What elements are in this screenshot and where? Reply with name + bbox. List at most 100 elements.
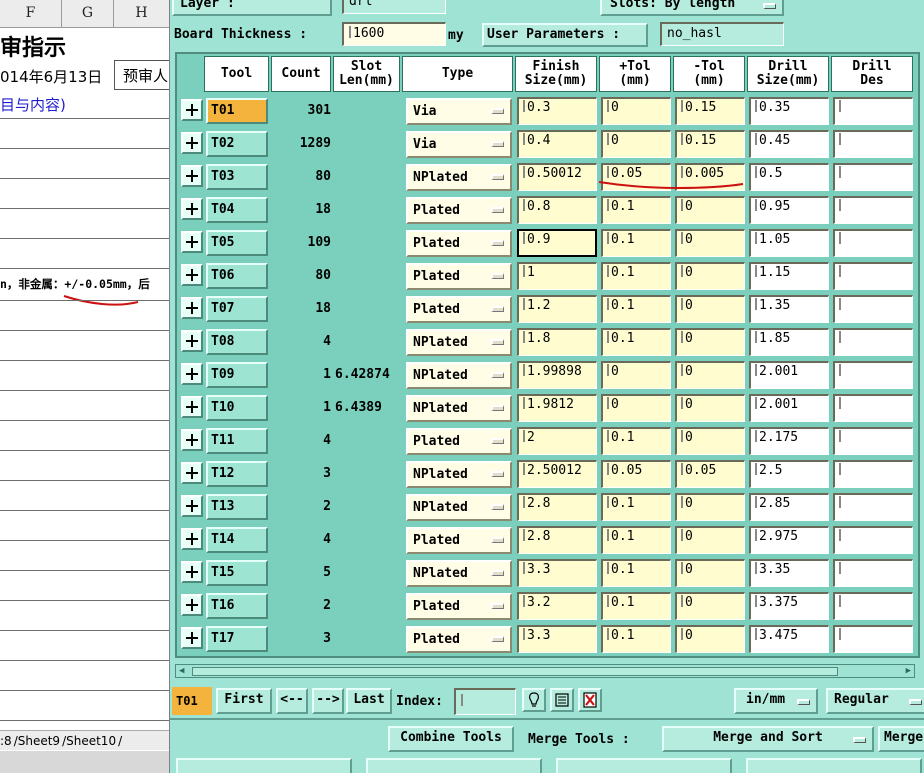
drill-field[interactable]: 2.975 — [749, 526, 829, 554]
expand-icon[interactable] — [181, 528, 203, 550]
des-field[interactable] — [833, 559, 913, 587]
plus-tol-field[interactable]: 0.05 — [601, 460, 671, 488]
plus-tol-field[interactable]: 0 — [601, 97, 671, 125]
bottom-button[interactable] — [556, 758, 732, 773]
minus-tol-field[interactable]: 0.15 — [675, 97, 745, 125]
tool-button[interactable]: T07 — [206, 296, 268, 322]
finish-field[interactable]: 3.3 — [517, 625, 597, 653]
column-header-h[interactable]: H — [114, 0, 169, 28]
plus-tol-field[interactable]: 0.1 — [601, 328, 671, 356]
plus-tol-field[interactable]: 0.1 — [601, 229, 671, 257]
minus-tol-field[interactable]: 0 — [675, 493, 745, 521]
type-selector[interactable]: NPlated — [406, 560, 512, 587]
tool-button[interactable]: T05 — [206, 230, 268, 256]
expand-icon[interactable] — [181, 264, 203, 286]
minus-tol-field[interactable]: 0 — [675, 328, 745, 356]
des-field[interactable] — [833, 130, 913, 158]
finish-field[interactable]: 0.4 — [517, 130, 597, 158]
user-parameters-button[interactable]: User Parameters : — [482, 23, 648, 47]
expand-icon[interactable] — [181, 594, 203, 616]
drill-field[interactable]: 0.5 — [749, 163, 829, 191]
type-selector[interactable]: NPlated — [406, 329, 512, 356]
finish-field[interactable]: 0.3 — [517, 97, 597, 125]
minus-tol-field[interactable]: 0 — [675, 394, 745, 422]
column-header-g[interactable]: G — [62, 0, 114, 28]
des-field[interactable] — [833, 328, 913, 356]
type-selector[interactable]: Plated — [406, 593, 512, 620]
sheet-tab[interactable]: :8 — [0, 734, 12, 748]
minus-tol-field[interactable]: 0 — [675, 427, 745, 455]
minus-tol-field[interactable]: 0 — [675, 526, 745, 554]
type-selector[interactable]: Plated — [406, 296, 512, 323]
drill-field[interactable]: 1.15 — [749, 262, 829, 290]
expand-icon[interactable] — [181, 165, 203, 187]
minus-tol-field[interactable]: 0.05 — [675, 460, 745, 488]
finish-field[interactable]: 2.50012 — [517, 460, 597, 488]
tool-button[interactable]: T09 — [206, 362, 268, 388]
drill-field[interactable]: 2.85 — [749, 493, 829, 521]
merge-option-selector[interactable]: Merge and Sort — [662, 726, 874, 752]
type-selector[interactable]: Plated — [406, 197, 512, 224]
type-selector[interactable]: Plated — [406, 230, 512, 257]
expand-icon[interactable] — [181, 627, 203, 649]
expand-icon[interactable] — [181, 132, 203, 154]
tool-button[interactable]: T15 — [206, 560, 268, 586]
layer-field[interactable]: drl — [342, 0, 446, 14]
first-button[interactable]: First — [216, 688, 272, 714]
slots-selector[interactable]: Slots: By length — [600, 0, 784, 16]
des-field[interactable] — [833, 592, 913, 620]
tool-button[interactable]: T14 — [206, 527, 268, 553]
tool-button[interactable]: T13 — [206, 494, 268, 520]
sheet-tab[interactable]: Sheet10 — [66, 734, 116, 748]
expand-icon[interactable] — [181, 396, 203, 418]
delete-icon[interactable] — [578, 688, 602, 712]
column-header-f[interactable]: F — [0, 0, 62, 28]
minus-tol-field[interactable]: 0 — [675, 295, 745, 323]
type-selector[interactable]: Plated — [406, 428, 512, 455]
type-selector[interactable]: Plated — [406, 626, 512, 653]
drill-field[interactable]: 0.95 — [749, 196, 829, 224]
prev-button[interactable]: <-- — [276, 688, 308, 714]
bottom-button[interactable] — [746, 758, 922, 773]
last-button[interactable]: Last — [346, 688, 392, 714]
tool-button[interactable]: T17 — [206, 626, 268, 652]
finish-field[interactable]: 2.8 — [517, 526, 597, 554]
des-field[interactable] — [833, 460, 913, 488]
plus-tol-field[interactable]: 0.1 — [601, 295, 671, 323]
type-selector[interactable]: NPlated — [406, 494, 512, 521]
tool-button[interactable]: T16 — [206, 593, 268, 619]
tool-button[interactable]: T06 — [206, 263, 268, 289]
sheet-tab[interactable]: Sheet9 — [18, 734, 60, 748]
plus-tol-field[interactable]: 0.1 — [601, 625, 671, 653]
tool-button[interactable]: T11 — [206, 428, 268, 454]
finish-field[interactable]: 1.9812 — [517, 394, 597, 422]
type-selector[interactable]: Plated — [406, 263, 512, 290]
tool-button[interactable]: T01 — [206, 98, 268, 124]
combine-tools-button[interactable]: Combine Tools — [388, 726, 514, 752]
finish-field[interactable]: 1 — [517, 262, 597, 290]
drill-field[interactable]: 3.375 — [749, 592, 829, 620]
units-selector[interactable]: in/mm — [734, 688, 818, 714]
drill-field[interactable]: 2.001 — [749, 361, 829, 389]
type-selector[interactable]: NPlated — [406, 461, 512, 488]
minus-tol-field[interactable]: 0 — [675, 361, 745, 389]
user-parameters-field[interactable]: no_hasl — [660, 22, 784, 46]
des-field[interactable] — [833, 394, 913, 422]
minus-tol-field[interactable]: 0 — [675, 625, 745, 653]
plus-tol-field[interactable]: 0.1 — [601, 559, 671, 587]
minus-tol-field[interactable]: 0 — [675, 262, 745, 290]
drill-field[interactable]: 2.001 — [749, 394, 829, 422]
plus-tol-field[interactable]: 0.1 — [601, 592, 671, 620]
expand-icon[interactable] — [181, 297, 203, 319]
minus-tol-field[interactable]: 0 — [675, 592, 745, 620]
board-thickness-field[interactable]: 1600 — [342, 22, 446, 46]
type-selector[interactable]: NPlated — [406, 362, 512, 389]
mode-selector[interactable]: Regular — [826, 688, 924, 714]
expand-icon[interactable] — [181, 462, 203, 484]
drill-field[interactable]: 2.5 — [749, 460, 829, 488]
drill-field[interactable]: 3.35 — [749, 559, 829, 587]
merge-button[interactable]: Merge — [878, 726, 924, 752]
type-selector[interactable]: Via — [406, 131, 512, 158]
type-selector[interactable]: Plated — [406, 527, 512, 554]
tool-button[interactable]: T03 — [206, 164, 268, 190]
